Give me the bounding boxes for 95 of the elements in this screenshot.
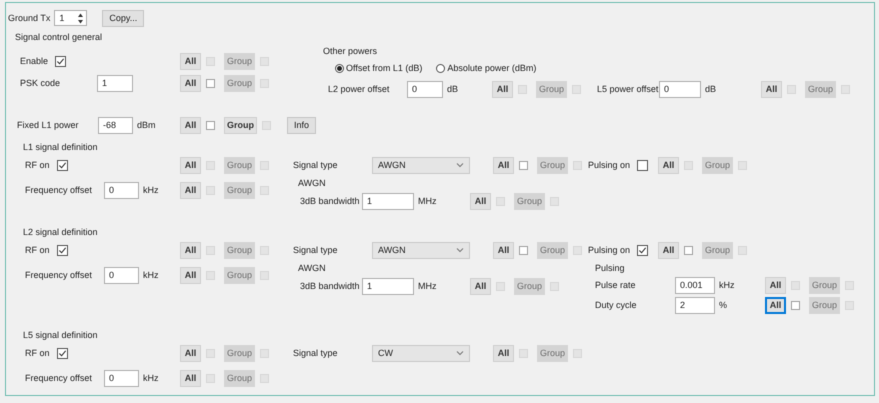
section-title: L1 signal definition (23, 141, 99, 154)
all-button[interactable]: All (493, 242, 514, 258)
field-label: Enable (20, 56, 48, 66)
checkbox[interactable] (55, 56, 66, 66)
unit-label: kHz (143, 373, 158, 383)
field-label: L2 power offset (328, 84, 390, 94)
input-field[interactable]: 0 (659, 80, 702, 98)
group-button[interactable]: Group (224, 116, 257, 134)
section-title: Signal control general (15, 31, 104, 44)
unit-label: % (719, 300, 728, 310)
sync-checkbox[interactable] (684, 246, 693, 254)
all-button[interactable]: All (180, 266, 201, 284)
chevron-icon (456, 162, 464, 168)
chevron-icon (456, 247, 464, 253)
field-label: Fixed L1 power (17, 120, 80, 130)
field-label: Duty cycle (595, 300, 638, 310)
info-button[interactable]: Info (287, 116, 316, 134)
all-button[interactable]: All (180, 182, 201, 198)
all-button[interactable]: All (180, 74, 201, 92)
group-title: AWGN (298, 262, 327, 275)
unit-label: kHz (143, 185, 158, 195)
all-button[interactable]: All (493, 156, 514, 174)
unit-label: MHz (418, 281, 436, 291)
checkbox[interactable] (56, 160, 68, 170)
field-label: RF on (25, 348, 50, 358)
input-field[interactable]: -68 (98, 116, 133, 134)
spin-box[interactable]: 1 (54, 10, 88, 26)
sync-checkbox[interactable] (519, 160, 528, 170)
field-label: Signal type (293, 160, 339, 170)
all-button[interactable]: All (765, 296, 786, 314)
input-field[interactable]: 0.001 (675, 276, 715, 294)
checkbox[interactable] (56, 244, 68, 256)
field-label: Frequency offset (25, 185, 93, 195)
all-button[interactable]: All (470, 278, 491, 294)
unit-label: dBm (137, 120, 156, 130)
all-button[interactable]: All (180, 52, 201, 70)
radio-button[interactable]: Offset from L1 (dB) (335, 63, 422, 73)
unit-label: kHz (719, 280, 734, 290)
all-button[interactable]: All (765, 276, 786, 294)
input-field[interactable]: 2 (675, 296, 715, 314)
checkbox[interactable] (56, 348, 68, 358)
all-button[interactable]: All (493, 344, 514, 362)
sync-checkbox[interactable] (206, 78, 215, 88)
all-button[interactable]: All (180, 370, 201, 386)
field-label: Pulsing on (588, 245, 630, 255)
group-title: AWGN (298, 177, 327, 190)
checkbox[interactable] (637, 244, 648, 256)
unit-label: MHz (418, 196, 436, 206)
copy-button[interactable]: Copy... (102, 10, 144, 26)
all-button[interactable]: All (492, 80, 513, 98)
field-label: RF on (25, 245, 50, 255)
chevron-icon (456, 350, 464, 356)
unit-label: dB (705, 84, 718, 94)
group-title: Pulsing (595, 262, 626, 275)
field-label: Pulse rate (595, 280, 637, 290)
unit-label: dB (447, 84, 460, 94)
signal-type-dropdown[interactable]: AWGN (372, 156, 470, 174)
field-label: Frequency offset (25, 373, 93, 383)
input-field[interactable]: 0 (104, 266, 139, 284)
input-field[interactable]: 0 (104, 182, 139, 198)
field-label: 3dB bandwidth (300, 196, 361, 206)
section-title: L5 signal definition (23, 329, 99, 342)
field-label: Signal type (293, 245, 339, 255)
sync-checkbox[interactable] (791, 300, 800, 310)
input-field[interactable]: 1 (97, 74, 133, 92)
input-field[interactable]: 1 (362, 192, 414, 210)
all-button[interactable]: All (180, 116, 201, 134)
all-button[interactable]: All (180, 156, 201, 174)
field-label: Frequency offset (25, 270, 93, 280)
spin-arrows-icon (77, 12, 84, 24)
all-button[interactable]: All (658, 156, 679, 174)
all-button[interactable]: All (658, 242, 679, 258)
all-button[interactable]: All (180, 242, 201, 258)
input-field[interactable]: 1 (362, 278, 414, 294)
signal-type-dropdown[interactable]: CW (372, 344, 470, 362)
group-title: Other powers (323, 45, 378, 58)
all-button[interactable]: All (470, 192, 491, 210)
field-label: Pulsing on (588, 160, 630, 170)
field-label: Signal type (293, 348, 339, 358)
all-button[interactable]: All (761, 80, 782, 98)
sync-checkbox[interactable] (206, 120, 215, 130)
section-title: L2 signal definition (23, 226, 99, 239)
field-label: 3dB bandwidth (300, 281, 361, 291)
unit-label: kHz (143, 270, 158, 280)
sync-checkbox[interactable] (519, 246, 528, 254)
input-field[interactable]: 0 (407, 80, 443, 98)
field-label: L5 power offset (597, 84, 660, 94)
all-button[interactable]: All (180, 344, 201, 362)
checkbox[interactable] (637, 160, 648, 170)
field-label: PSK code (20, 78, 62, 88)
signal-type-dropdown[interactable]: AWGN (372, 242, 470, 258)
field-label: Ground Tx (8, 13, 50, 23)
input-field[interactable]: 0 (104, 370, 139, 386)
radio-button[interactable]: Absolute power (dBm) (436, 63, 536, 73)
field-label: RF on (25, 160, 50, 170)
